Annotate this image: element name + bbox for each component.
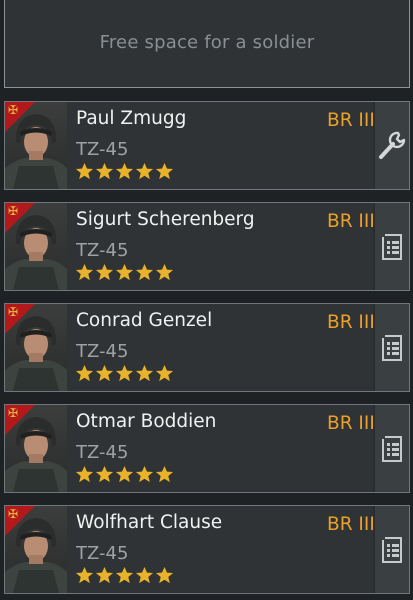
- soldier-card[interactable]: ✠ Otmar Boddien BR III TZ-45: [4, 404, 410, 493]
- soldier-weapon: TZ-45: [76, 240, 129, 261]
- list-button[interactable]: [375, 304, 409, 391]
- soldier-weapon: TZ-45: [76, 543, 129, 564]
- star-icon: [135, 566, 154, 584]
- list-button[interactable]: [375, 405, 409, 492]
- star-icon: [155, 364, 174, 382]
- star-icon: [115, 465, 134, 483]
- star-icon: [75, 162, 94, 180]
- rank-cross-icon: ✠: [8, 103, 19, 117]
- soldier-name: Wolfhart Clause: [76, 512, 223, 533]
- star-icon: [95, 162, 114, 180]
- star-icon: [155, 263, 174, 281]
- free-slot-label: Free space for a soldier: [99, 32, 315, 53]
- list-button[interactable]: [375, 203, 409, 290]
- star-icon: [75, 364, 94, 382]
- list-icon: [382, 334, 402, 361]
- wrench-icon: [379, 131, 406, 159]
- star-icon: [115, 263, 134, 281]
- soldier-name: Paul Zmugg: [76, 108, 187, 129]
- star-icon: [115, 566, 134, 584]
- star-icon: [135, 465, 154, 483]
- soldier-name: Sigurt Scherenberg: [76, 209, 255, 230]
- rank-cross-icon: ✠: [8, 406, 19, 420]
- star-icon: [135, 364, 154, 382]
- soldier-rating-stars: [75, 566, 174, 585]
- star-icon: [155, 162, 174, 180]
- battle-rating: BR III: [327, 514, 375, 535]
- star-icon: [95, 263, 114, 281]
- soldier-weapon: TZ-45: [76, 139, 129, 160]
- wrench-button[interactable]: [375, 102, 409, 189]
- soldier-name: Conrad Genzel: [76, 310, 213, 331]
- star-icon: [75, 566, 94, 584]
- battle-rating: BR III: [327, 413, 375, 434]
- battle-rating: BR III: [327, 211, 375, 232]
- list-icon: [382, 536, 402, 563]
- soldier-card[interactable]: ✠ Paul Zmugg BR III TZ-45: [4, 101, 410, 190]
- star-icon: [115, 162, 134, 180]
- list-button[interactable]: [375, 506, 409, 593]
- soldier-card[interactable]: ✠ Sigurt Scherenberg BR III TZ-45: [4, 202, 410, 291]
- soldier-rating-stars: [75, 263, 174, 282]
- battle-rating: BR III: [327, 312, 375, 333]
- soldier-card[interactable]: ✠ Conrad Genzel BR III TZ-45: [4, 303, 410, 392]
- star-icon: [75, 465, 94, 483]
- star-icon: [155, 566, 174, 584]
- star-icon: [115, 364, 134, 382]
- soldier-card[interactable]: ✠ Wolfhart Clause BR III TZ-45: [4, 505, 410, 594]
- battle-rating: BR III: [327, 110, 375, 131]
- list-icon: [382, 233, 402, 260]
- rank-cross-icon: ✠: [8, 305, 19, 319]
- soldier-weapon: TZ-45: [76, 442, 129, 463]
- squad-panel: Free space for a soldier ✠ Paul Zmugg BR…: [0, 0, 413, 600]
- list-icon: [382, 435, 402, 462]
- soldier-rating-stars: [75, 364, 174, 383]
- soldier-rating-stars: [75, 465, 174, 484]
- star-icon: [95, 566, 114, 584]
- soldier-name: Otmar Boddien: [76, 411, 217, 432]
- star-icon: [75, 263, 94, 281]
- star-icon: [155, 465, 174, 483]
- free-soldier-slot[interactable]: Free space for a soldier: [4, 0, 410, 88]
- rank-cross-icon: ✠: [8, 507, 19, 521]
- star-icon: [135, 263, 154, 281]
- soldier-weapon: TZ-45: [76, 341, 129, 362]
- rank-cross-icon: ✠: [8, 204, 19, 218]
- soldier-rating-stars: [75, 162, 174, 181]
- star-icon: [95, 465, 114, 483]
- star-icon: [135, 162, 154, 180]
- star-icon: [95, 364, 114, 382]
